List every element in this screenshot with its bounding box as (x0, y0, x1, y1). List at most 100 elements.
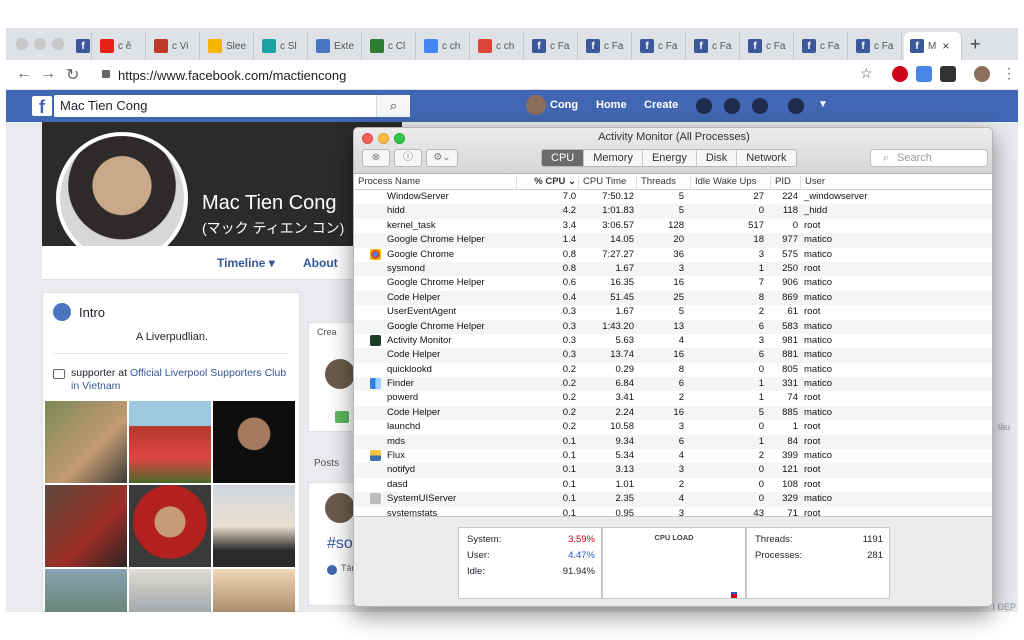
back-arrow-icon[interactable]: ← (16, 65, 32, 83)
am-tab-cpu[interactable]: CPU (542, 150, 585, 166)
menu-dots-icon[interactable]: ⋮ (1002, 65, 1016, 82)
adblock-extension-icon[interactable] (892, 66, 908, 82)
process-row[interactable]: Google Chrome 0.8 7:27.27 36 3 575 matico (354, 248, 992, 262)
browser-tab[interactable]: c Cl (364, 32, 416, 60)
process-row[interactable]: hidd 4.2 1:01.83 5 0 118 _hidd (354, 204, 992, 219)
process-row[interactable]: Google Chrome Helper 0.3 1:43.20 13 6 583 mati… (354, 319, 992, 334)
gear-menu-icon[interactable]: ⚙⌄ (426, 149, 458, 167)
process-row[interactable]: SystemUIServer 0.1 2.35 4 0 329 matico (354, 492, 992, 507)
column-header-pid[interactable]: PID (770, 176, 791, 190)
process-row[interactable]: Google Chrome Helper 1.4 14.05 20 18 977 matic… (354, 233, 992, 248)
tab-active[interactable]: f M × (904, 32, 962, 60)
browser-tab[interactable]: c Sl (256, 32, 308, 60)
process-row[interactable]: launchd 0.2 10.58 3 0 1 root (354, 420, 992, 434)
process-row[interactable]: powerd 0.2 3.41 2 1 74 root (354, 391, 992, 405)
process-row[interactable]: systemstats 0.1 0.95 3 43 71 root (354, 507, 992, 516)
nav-create-link[interactable]: Create (644, 99, 678, 111)
process-row[interactable]: WindowServer 7.0 7:50.12 5 27 224 _windowserve… (354, 190, 992, 204)
browser-tab[interactable]: c ch (418, 32, 470, 60)
browser-tab[interactable]: f c Fa (742, 32, 794, 60)
photo-thumbnail[interactable] (129, 569, 211, 612)
process-row[interactable]: Activity Monitor 0.3 5.63 4 3 981 matico (354, 334, 992, 348)
photo-thumbnail[interactable] (129, 401, 211, 483)
browser-tab[interactable]: c ch (472, 32, 524, 60)
process-row[interactable]: dasd 0.1 1.01 2 0 108 root (354, 478, 992, 492)
column-header-cpu[interactable]: % CPU ⌄ (516, 176, 578, 190)
notifications-bell-icon[interactable] (752, 98, 768, 114)
translate-extension-icon[interactable] (916, 66, 932, 82)
nav-home-link[interactable]: Home (596, 99, 627, 111)
photo-thumbnail[interactable] (213, 569, 295, 612)
stop-process-icon[interactable]: ⊗ (362, 149, 390, 167)
photo-thumbnail[interactable] (213, 401, 295, 483)
browser-tab[interactable]: f (70, 32, 92, 60)
column-header-process-name[interactable]: Process Name (354, 176, 420, 190)
browser-tab[interactable]: f c Fa (850, 32, 902, 60)
nav-user-link[interactable]: Cong (550, 99, 578, 111)
column-header-user[interactable]: User (800, 176, 825, 190)
photo-thumbnail[interactable] (213, 485, 295, 567)
address-bar[interactable]: https://www.facebook.com/mactiencong (94, 63, 880, 87)
friend-requests-icon[interactable] (696, 98, 712, 114)
photo-thumbnail[interactable] (45, 401, 127, 483)
inspect-process-icon[interactable]: ⓘ (394, 149, 422, 167)
process-wake: 43 (753, 507, 764, 516)
browser-tab[interactable]: c ê (94, 32, 146, 60)
tab-label: M (928, 40, 937, 52)
column-header-cpu-time[interactable]: CPU Time (578, 176, 626, 190)
process-row[interactable]: sysmond 0.8 1.67 3 1 250 root (354, 261, 992, 277)
am-tab-memory[interactable]: Memory (584, 150, 643, 166)
column-header-idle-wake-ups[interactable]: Idle Wake Ups (690, 176, 756, 190)
process-row[interactable]: quicklookd 0.2 0.29 8 0 805 matico (354, 363, 992, 377)
am-tab-network[interactable]: Network (737, 150, 795, 166)
tab-about[interactable]: About (303, 256, 338, 270)
process-row[interactable]: Finder 0.2 6.84 6 1 331 matico (354, 377, 992, 392)
process-row[interactable]: Code Helper 0.2 2.24 16 5 885 matico (354, 405, 992, 421)
browser-tab[interactable]: f c Fa (796, 32, 848, 60)
column-header-threads[interactable]: Threads (636, 176, 676, 190)
account-menu-chevron-icon[interactable]: ▼ (818, 99, 828, 110)
process-row[interactable]: Code Helper 0.3 13.74 16 6 881 matico (354, 348, 992, 363)
process-row[interactable]: UserEventAgent 0.3 1.67 5 2 61 root (354, 305, 992, 319)
am-tab-disk[interactable]: Disk (697, 150, 738, 166)
window-zoom-button[interactable] (52, 38, 64, 50)
bookmark-star-icon[interactable]: ☆ (860, 65, 873, 82)
facebook-search-input[interactable]: Mac Tien Cong ⌕ (54, 95, 410, 117)
browser-tab[interactable]: f c Fa (634, 32, 686, 60)
forward-arrow-icon[interactable]: → (40, 65, 56, 83)
process-row[interactable]: Google Chrome Helper 0.6 16.35 16 7 906 matico (354, 276, 992, 290)
photo-thumbnail[interactable] (45, 485, 127, 567)
tab-close-icon[interactable]: × (942, 39, 949, 53)
window-minimize-button[interactable] (34, 38, 46, 50)
search-icon[interactable]: ⌕ (376, 95, 410, 117)
tab-timeline[interactable]: Timeline ▾ (217, 256, 275, 270)
process-row[interactable]: Code Helper 0.4 51.45 25 8 869 matico (354, 290, 992, 306)
composer-title[interactable]: Crea (317, 327, 337, 337)
browser-tab[interactable]: f c Fa (688, 32, 740, 60)
photo-video-icon[interactable] (335, 411, 349, 423)
photo-thumbnail[interactable] (45, 569, 127, 612)
window-close-button[interactable] (16, 38, 28, 50)
post-hashtag[interactable]: #so (327, 535, 353, 553)
profile-picture[interactable] (56, 132, 188, 264)
reload-icon[interactable]: ↻ (66, 65, 79, 85)
process-row[interactable]: kernel_task 3.4 3:06.57 128 517 0 root (354, 219, 992, 233)
messenger-icon[interactable] (724, 98, 740, 114)
am-tab-energy[interactable]: Energy (643, 150, 697, 166)
extension-icon[interactable] (940, 66, 956, 82)
facebook-logo-icon[interactable]: f (32, 96, 52, 117)
help-icon[interactable] (788, 98, 804, 114)
browser-tab[interactable]: f c Fa (526, 32, 578, 60)
am-search-input[interactable]: ⌕ Search (870, 149, 988, 167)
browser-tab[interactable]: Slee (202, 32, 254, 60)
browser-tab[interactable]: Exte (310, 32, 362, 60)
user-avatar[interactable] (526, 95, 546, 115)
photo-thumbnail[interactable] (129, 485, 211, 567)
new-tab-button[interactable]: + (970, 34, 981, 55)
browser-tab[interactable]: f c Fa (580, 32, 632, 60)
profile-avatar-icon[interactable] (974, 66, 990, 82)
process-row[interactable]: Flux 0.1 5.34 4 2 399 matico (354, 449, 992, 463)
browser-tab[interactable]: c Vi (148, 32, 200, 60)
process-row[interactable]: mds 0.1 9.34 6 1 84 root (354, 434, 992, 450)
process-row[interactable]: notifyd 0.1 3.13 3 0 121 root (354, 463, 992, 478)
